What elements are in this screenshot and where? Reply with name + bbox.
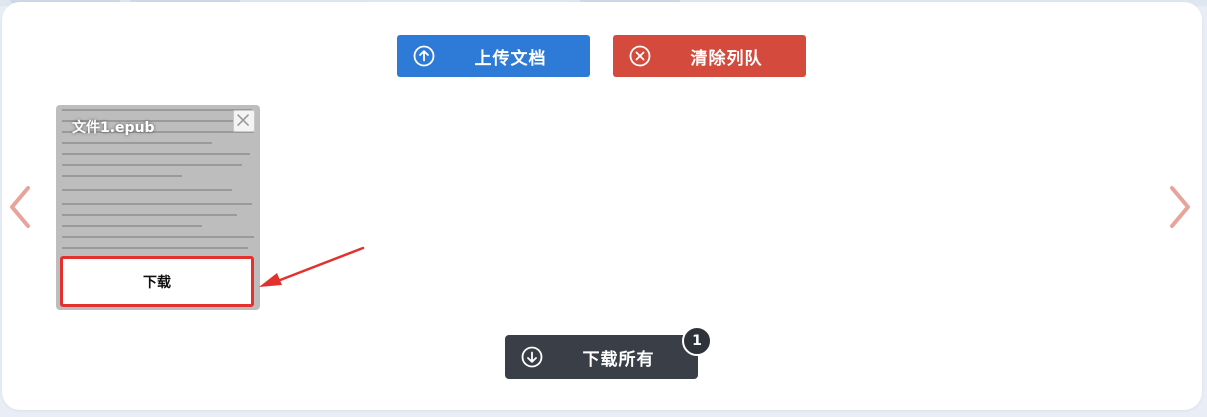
chevron-left-icon <box>10 186 30 228</box>
upload-button[interactable]: 上传文档 <box>397 35 590 77</box>
download-all-button[interactable]: 下载所有 <box>505 335 698 379</box>
upload-button-label: 上传文档 <box>474 48 547 69</box>
carousel-next-button[interactable] <box>1166 182 1196 232</box>
remove-file-button[interactable] <box>233 110 255 132</box>
file-download-button[interactable]: 下载 <box>60 256 254 307</box>
file-download-label: 下载 <box>143 274 171 291</box>
chevron-right-icon <box>1170 186 1190 228</box>
file-count-badge: 1 <box>682 326 712 356</box>
clear-queue-button[interactable]: 清除列队 <box>613 35 806 77</box>
download-all-button-label: 下载所有 <box>582 349 655 370</box>
carousel-prev-button[interactable] <box>4 182 34 232</box>
file-name-label: 文件1.epub <box>72 120 155 136</box>
close-icon <box>237 114 249 126</box>
clear-queue-button-label: 清除列队 <box>690 48 763 69</box>
